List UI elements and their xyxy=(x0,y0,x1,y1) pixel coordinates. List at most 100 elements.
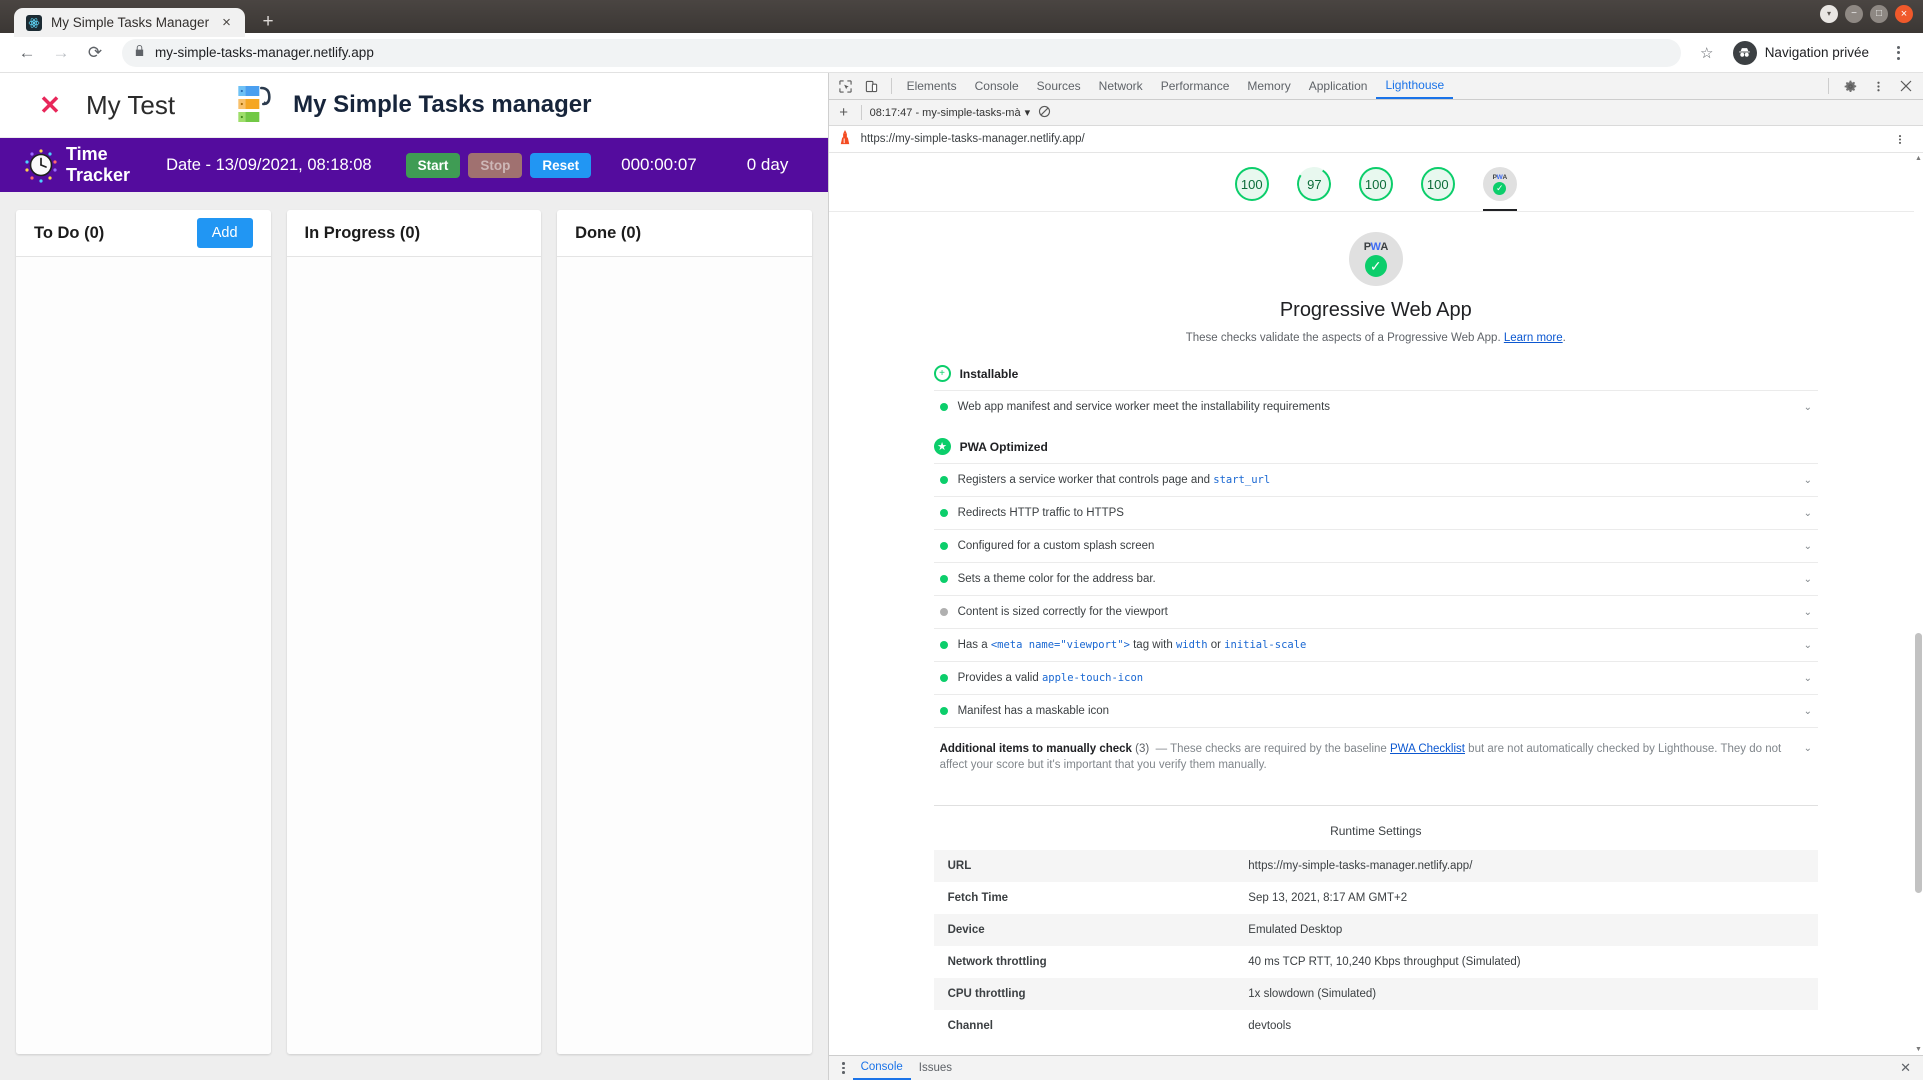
chevron-down-icon[interactable]: ⌄ xyxy=(1804,742,1812,773)
chevron-down-icon[interactable]: ⌄ xyxy=(1804,574,1812,585)
manual-checks-text: Additional items to manually check (3) —… xyxy=(940,742,1794,773)
gauge-score: 100 xyxy=(1359,167,1393,201)
elapsed-time: 000:00:07 xyxy=(621,155,697,175)
audit-row[interactable]: Redirects HTTP traffic to HTTPS ⌄ xyxy=(934,496,1818,529)
bookmark-star-icon[interactable]: ☆ xyxy=(1693,39,1721,67)
tab-performance[interactable]: Performance xyxy=(1152,73,1239,99)
tab-lighthouse[interactable]: Lighthouse xyxy=(1376,73,1453,99)
close-icon[interactable] xyxy=(1893,74,1919,98)
maximize-icon[interactable]: □ xyxy=(1870,5,1888,23)
reload-icon[interactable]: ⟳ xyxy=(80,38,110,68)
status-dot-pass xyxy=(940,674,948,682)
minimize-icon[interactable]: − xyxy=(1845,5,1863,23)
window-close-icon[interactable]: × xyxy=(1895,5,1913,23)
tab-memory[interactable]: Memory xyxy=(1238,73,1299,99)
window-dropdown-icon[interactable]: ▾ xyxy=(1820,5,1838,23)
new-tab-button[interactable]: + xyxy=(253,8,283,34)
scroll-up-arrow[interactable]: ▲ xyxy=(1915,155,1922,162)
audit-row[interactable]: Content is sized correctly for the viewp… xyxy=(934,595,1818,628)
column-done: Done (0) xyxy=(557,210,812,1054)
chevron-down-icon[interactable]: ⌄ xyxy=(1804,402,1812,413)
audit-row[interactable]: Manifest has a maskable icon ⌄ xyxy=(934,694,1818,727)
profile-label: Navigation privée xyxy=(1765,45,1869,60)
column-dropzone[interactable] xyxy=(557,257,812,1054)
gauge-performance[interactable]: 100 xyxy=(1235,167,1269,211)
gauge-best-practices[interactable]: 100 xyxy=(1359,167,1393,211)
runtime-value: https://my-simple-tasks-manager.netlify.… xyxy=(1234,850,1818,882)
browser-toolbar: ← → ⟳ my-simple-tasks-manager.netlify.ap… xyxy=(0,33,1923,73)
runtime-settings-table: URL https://my-simple-tasks-manager.netl… xyxy=(934,850,1818,1042)
gauge-seo[interactable]: 100 xyxy=(1421,167,1455,211)
app-brand: My Simple Tasks manager xyxy=(236,84,591,126)
profile-incognito-button[interactable]: Navigation privée xyxy=(1729,39,1881,67)
chevron-down-icon[interactable]: ⌄ xyxy=(1804,640,1812,651)
pwa-checklist-link[interactable]: PWA Checklist xyxy=(1390,743,1465,755)
lock-icon xyxy=(134,44,145,62)
drawer-tab-issues[interactable]: Issues xyxy=(911,1056,960,1080)
app-close-icon[interactable]: ✕ xyxy=(30,92,70,118)
devtools-panel: Elements Console Sources Network Perform… xyxy=(829,73,1923,1080)
table-row: CPU throttling 1x slowdown (Simulated) xyxy=(934,978,1818,1010)
audit-row[interactable]: Has a <meta name="viewport"> tag with wi… xyxy=(934,628,1818,661)
chevron-down-icon[interactable]: ⌄ xyxy=(1804,475,1812,486)
tab-sources[interactable]: Sources xyxy=(1028,73,1090,99)
chevron-down-icon[interactable]: ⌄ xyxy=(1804,706,1812,717)
chevron-down-icon[interactable]: ⌄ xyxy=(1804,541,1812,552)
inspect-element-icon[interactable] xyxy=(833,74,859,98)
gauge-pwa[interactable]: PWA ✓ xyxy=(1483,167,1517,211)
more-vertical-icon[interactable] xyxy=(1887,127,1913,151)
audit-row[interactable]: Configured for a custom splash screen ⌄ xyxy=(934,529,1818,562)
tab-console[interactable]: Console xyxy=(966,73,1028,99)
report-scrollbar[interactable]: ▲ ▼ xyxy=(1914,153,1923,1055)
period: . xyxy=(1563,332,1566,344)
start-button[interactable]: Start xyxy=(406,153,461,178)
scroll-down-arrow[interactable]: ▼ xyxy=(1915,1046,1922,1053)
manual-checks-block[interactable]: Additional items to manually check (3) —… xyxy=(934,727,1818,787)
viewport: ✕ My Test xyxy=(0,73,1923,1080)
reset-button[interactable]: Reset xyxy=(530,153,591,178)
chrome-menu-icon[interactable] xyxy=(1885,39,1911,67)
runtime-value: Sep 13, 2021, 8:17 AM GMT+2 xyxy=(1234,882,1818,914)
back-icon[interactable]: ← xyxy=(12,38,42,68)
stop-button[interactable]: Stop xyxy=(468,153,522,178)
drawer-tab-console[interactable]: Console xyxy=(853,1056,911,1080)
audit-row[interactable]: Sets a theme color for the address bar. … xyxy=(934,562,1818,595)
audit-list: + Installable Web app manifest and servi… xyxy=(829,350,1923,806)
column-dropzone[interactable] xyxy=(287,257,542,1054)
chevron-down-icon[interactable]: ⌄ xyxy=(1804,508,1812,519)
gear-icon[interactable] xyxy=(1837,74,1863,98)
device-toolbar-icon[interactable] xyxy=(859,74,885,98)
clear-icon[interactable] xyxy=(1038,105,1053,120)
lighthouse-report: 100 97 100 100 PWA ✓ xyxy=(829,153,1923,1055)
runtime-key: Fetch Time xyxy=(934,882,1235,914)
browser-tab[interactable]: My Simple Tasks Manager × xyxy=(14,8,245,37)
tab-application[interactable]: Application xyxy=(1300,73,1377,99)
report-run-selector[interactable]: 08:17:47 - my-simple-tasks-mà ▾ xyxy=(870,106,1031,119)
more-vertical-icon[interactable] xyxy=(1865,74,1891,98)
learn-more-link[interactable]: Learn more xyxy=(1504,332,1563,344)
tab-elements[interactable]: Elements xyxy=(898,73,966,99)
scrollbar-thumb[interactable] xyxy=(1915,633,1922,893)
status-dot-pass xyxy=(940,707,948,715)
gauge-accessibility[interactable]: 97 xyxy=(1297,167,1331,211)
audit-row[interactable]: Provides a valid apple-touch-icon ⌄ xyxy=(934,661,1818,694)
tab-network[interactable]: Network xyxy=(1090,73,1152,99)
close-icon[interactable]: × xyxy=(218,14,235,31)
add-task-button[interactable]: Add xyxy=(197,218,253,248)
devtools-toolbar-right xyxy=(1822,74,1919,98)
react-atom-icon xyxy=(26,15,42,31)
brand-title: My Simple Tasks manager xyxy=(293,91,591,119)
address-bar[interactable]: my-simple-tasks-manager.netlify.app xyxy=(122,39,1681,67)
close-icon[interactable]: ✕ xyxy=(1894,1060,1917,1076)
audit-row[interactable]: Web app manifest and service worker meet… xyxy=(934,390,1818,423)
chevron-down-icon[interactable]: ⌄ xyxy=(1804,607,1812,618)
chevron-down-icon[interactable]: ⌄ xyxy=(1804,673,1812,684)
audit-row[interactable]: Registers a service worker that controls… xyxy=(934,463,1818,496)
more-vertical-icon[interactable] xyxy=(835,1062,853,1074)
manual-checks-label: Additional items to manually check xyxy=(940,743,1132,755)
table-row: Fetch Time Sep 13, 2021, 8:17 AM GMT+2 xyxy=(934,882,1818,914)
column-dropzone[interactable] xyxy=(16,257,271,1054)
audit-title: Web app manifest and service worker meet… xyxy=(958,401,1794,413)
new-report-button[interactable]: + xyxy=(835,104,853,121)
forward-icon[interactable]: → xyxy=(46,38,76,68)
